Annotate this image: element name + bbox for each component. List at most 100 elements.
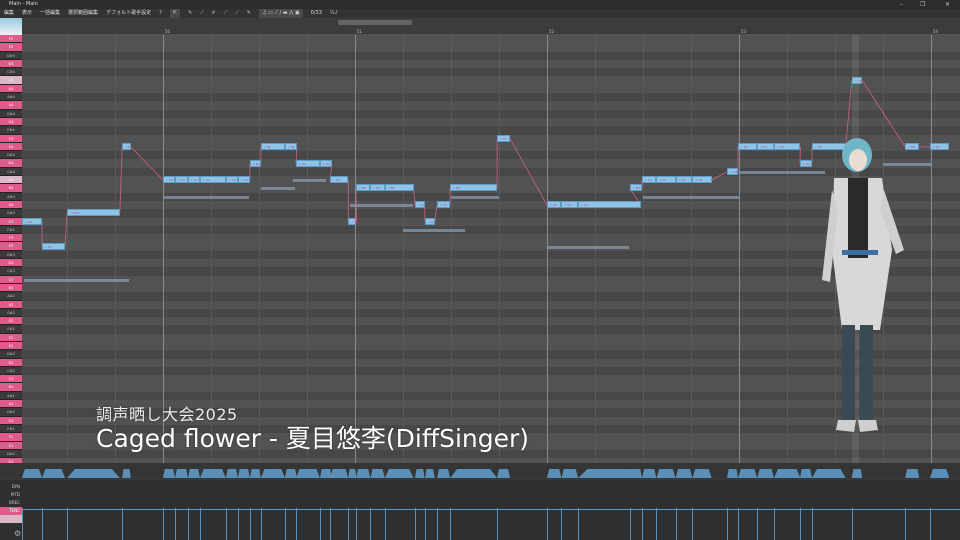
- piano-keys[interactable]: F5 E5 D#5 D5 C#5 C5 B4 A#4 A4 G#4 G4 F#4 F4 E4 D#4 D4 C#…: [0, 35, 22, 475]
- phoneme-block[interactable]: [774, 469, 800, 478]
- menu-default-singer[interactable]: デフォルト歌手設定: [106, 9, 151, 18]
- maximize-button[interactable]: ❐: [920, 0, 925, 9]
- phoneme-block[interactable]: [450, 469, 497, 478]
- piano-key-G1[interactable]: G1: [0, 417, 22, 425]
- phoneme-block[interactable]: [67, 469, 120, 478]
- piano-key-D2[interactable]: D2: [0, 359, 22, 367]
- piano-key-Ds3[interactable]: D#3: [0, 251, 22, 259]
- phoneme-block[interactable]: [320, 469, 332, 478]
- phoneme-block[interactable]: [163, 469, 175, 478]
- piano-key-B3[interactable]: B3: [0, 184, 22, 192]
- piano-key-Ds2[interactable]: D#2: [0, 350, 22, 358]
- phoneme-block[interactable]: [296, 469, 320, 478]
- note-E4[interactable]: ♪ E4: [757, 143, 774, 150]
- minimize-button[interactable]: –: [900, 0, 903, 9]
- phoneme-block[interactable]: [930, 469, 949, 478]
- note-B3[interactable]: ♪ B3: [630, 184, 642, 191]
- pen-tool[interactable]: ✎: [188, 9, 192, 18]
- note-F4[interactable]: ♪ F4: [497, 135, 510, 142]
- piano-key-As4[interactable]: A#4: [0, 93, 22, 101]
- menu-batch-edit[interactable]: 一括編集: [40, 9, 60, 18]
- piano-key-E5[interactable]: E5: [0, 43, 22, 51]
- piano-key-E3[interactable]: E3: [0, 242, 22, 250]
- note-G3[interactable]: ♪ G3: [425, 218, 435, 225]
- param-vel[interactable]: VEL: [0, 515, 22, 523]
- piano-key-E1[interactable]: E1: [0, 442, 22, 450]
- phoneme-block[interactable]: [188, 469, 200, 478]
- note-G3[interactable]: ♪ G3: [348, 218, 356, 225]
- piano-key-B1[interactable]: B1: [0, 383, 22, 391]
- note-B3[interactable]: ♪ B3: [450, 184, 497, 191]
- piano-key-Ds5[interactable]: D#5: [0, 52, 22, 60]
- menu-edit[interactable]: 編集: [4, 9, 14, 18]
- phoneme-block[interactable]: [738, 469, 757, 478]
- menu-selection-edit[interactable]: 選択範囲編集: [68, 9, 98, 18]
- piano-key-C2[interactable]: C2: [0, 375, 22, 383]
- line-tool[interactable]: ⟋: [200, 9, 204, 18]
- piano-key-As2[interactable]: A#2: [0, 292, 22, 300]
- note-A3[interactable]: ♪ A3: [578, 201, 640, 208]
- piano-key-D5[interactable]: D5: [0, 60, 22, 68]
- phoneme-block[interactable]: [42, 469, 65, 478]
- phoneme-block[interactable]: [330, 469, 348, 478]
- vibrato-icon[interactable]: ⋀: [289, 10, 293, 16]
- phoneme-block[interactable]: [561, 469, 578, 478]
- note-C4[interactable]: ♪ C4: [175, 176, 188, 183]
- phoneme-block[interactable]: [630, 469, 642, 478]
- note-E4[interactable]: ♪ E4: [738, 143, 757, 150]
- phoneme-block[interactable]: [425, 469, 435, 478]
- parameter-panel[interactable]: DYN PITD BREC TENC VEL: [0, 480, 960, 540]
- singer-avatar[interactable]: [0, 18, 22, 35]
- piano-key-Fs1[interactable]: F#1: [0, 425, 22, 433]
- piano-key-Gs3[interactable]: G#3: [0, 209, 22, 217]
- phoneme-block[interactable]: [122, 469, 131, 478]
- phoneme-block[interactable]: [497, 469, 510, 478]
- bar-icon[interactable]: ▬: [283, 10, 288, 16]
- piano-key-Cs4[interactable]: C#4: [0, 168, 22, 176]
- piano-key-F5[interactable]: F5: [0, 35, 22, 43]
- note-D4[interactable]: ♪ D4: [250, 160, 261, 167]
- piano-key-Cs2[interactable]: C#2: [0, 367, 22, 375]
- snap-select[interactable]: ½♪: [330, 9, 338, 18]
- phoneme-block[interactable]: [370, 469, 384, 478]
- piano-key-A1[interactable]: A1: [0, 400, 22, 408]
- note-B3[interactable]: ♪ B3: [356, 184, 370, 191]
- timeline-ruler[interactable]: 50 51 52 53 54: [22, 18, 960, 35]
- note-C4[interactable]: ♪ C4: [226, 176, 238, 183]
- horizontal-scrollbar[interactable]: [338, 20, 412, 25]
- piano-key-B4[interactable]: B4: [0, 85, 22, 93]
- piano-key-E2[interactable]: E2: [0, 342, 22, 350]
- phoneme-block[interactable]: [348, 469, 356, 478]
- eraser-tool[interactable]: ✎: [247, 9, 251, 18]
- phoneme-block[interactable]: [656, 469, 675, 478]
- piano-key-F2[interactable]: F2: [0, 334, 22, 342]
- phoneme-block[interactable]: [175, 469, 188, 478]
- piano-key-D3[interactable]: D3: [0, 259, 22, 267]
- rect-icon[interactable]: ▭: [268, 10, 273, 16]
- piano-key-A3[interactable]: A3: [0, 201, 22, 209]
- phoneme-block[interactable]: [200, 469, 226, 478]
- phoneme-block[interactable]: [356, 469, 370, 478]
- piano-key-F1[interactable]: F1: [0, 433, 22, 441]
- param-tenc[interactable]: TENC: [0, 507, 22, 515]
- draw-tool[interactable]: ✐: [212, 9, 216, 18]
- phoneme-block[interactable]: [692, 469, 711, 478]
- note-C4[interactable]: ♪ C4: [330, 176, 348, 183]
- note-icon[interactable]: ♫: [262, 10, 266, 16]
- note-B3[interactable]: ♪ B3: [385, 184, 414, 191]
- note-E3[interactable]: ♪ E3: [42, 243, 65, 250]
- note-Gs3[interactable]: ♪ G#3: [67, 209, 120, 216]
- box-icon[interactable]: ▣: [295, 10, 300, 16]
- piano-key-A2[interactable]: A2: [0, 301, 22, 309]
- note-E4[interactable]: ♪ E4: [774, 143, 800, 150]
- phoneme-block[interactable]: [250, 469, 261, 478]
- note-E4[interactable]: ♪ E4: [122, 143, 131, 150]
- piano-key-Gs4[interactable]: G#4: [0, 110, 22, 118]
- piano-key-As3[interactable]: A#3: [0, 193, 22, 201]
- pitch-icon[interactable]: ⟋: [275, 10, 279, 16]
- phoneme-block[interactable]: [238, 469, 250, 478]
- param-pitd[interactable]: PITD: [0, 491, 22, 499]
- piano-key-F4[interactable]: F4: [0, 135, 22, 143]
- piano-key-Fs2[interactable]: F#2: [0, 325, 22, 333]
- piano-key-F3[interactable]: F3: [0, 234, 22, 242]
